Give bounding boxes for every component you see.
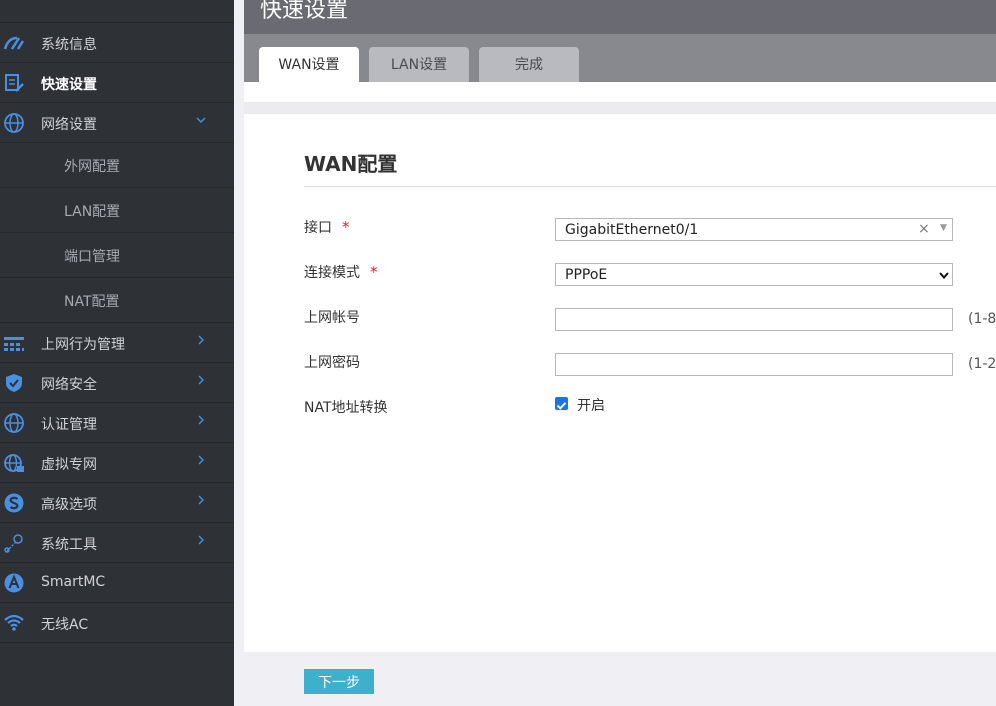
required-mark: *	[370, 263, 378, 281]
shield-icon	[3, 372, 25, 394]
clear-icon[interactable]: ×	[918, 221, 930, 237]
sidebar-item-label: 系统信息	[41, 37, 97, 53]
sidebar-item-label: 认证管理	[41, 417, 97, 433]
chevron-down-icon	[938, 269, 950, 281]
page-title: 快速设置	[260, 0, 349, 23]
interface-label-text: 接口	[304, 220, 332, 236]
next-step-button[interactable]: 下一步	[304, 669, 374, 694]
required-mark: *	[342, 218, 350, 236]
nat-enable-checkbox[interactable]	[555, 397, 568, 410]
connection-mode-select[interactable]: PPPoE	[555, 263, 953, 286]
tab-content-strip	[244, 82, 996, 102]
sidebar-item-auth-management[interactable]: 认证管理	[0, 403, 234, 443]
sidebar-item-label: 网络安全	[41, 377, 97, 393]
connection-mode-value: PPPoE	[565, 267, 608, 283]
wan-config-panel: WAN配置 接口 * GigabitEthernet0/1 × ▼ 连接模式 * P…	[244, 114, 996, 652]
sidebar-item-system-info[interactable]: 系统信息	[0, 23, 234, 63]
divider	[244, 102, 996, 114]
sidebar-subitem-label: 端口管理	[64, 249, 120, 265]
chevron-right-icon	[195, 373, 207, 387]
sidebar-subitem-label: NAT配置	[64, 294, 120, 310]
account-length-hint: (1-8	[968, 311, 996, 327]
speedometer-icon	[3, 32, 25, 54]
sidebar-subitem-lan-config[interactable]: LAN配置	[0, 188, 234, 233]
edit-document-icon	[3, 72, 25, 94]
sidebar-item-label: 上网行为管理	[41, 337, 125, 353]
connection-mode-label-text: 连接模式	[304, 265, 360, 281]
chevron-right-icon	[195, 333, 207, 347]
sidebar-subitem-wan-config[interactable]: 外网配置	[0, 143, 234, 188]
interface-select-value: GigabitEthernet0/1	[565, 222, 699, 238]
sidebar: 系统信息 快速设置 网络设置 外网配置 LAN配置 端口管理 NAT配置 上网行…	[0, 0, 234, 706]
chevron-right-icon	[195, 533, 207, 547]
sidebar-item-network-settings[interactable]: 网络设置	[0, 103, 234, 143]
sidebar-item-system-tools[interactable]: 系统工具	[0, 523, 234, 563]
network-grid-icon	[3, 332, 25, 354]
tab-bar: WAN设置 LAN设置 完成	[244, 34, 996, 82]
connection-mode-label: 连接模式 *	[304, 262, 378, 282]
sidebar-item-smartmc[interactable]: SmartMC	[0, 563, 234, 603]
tab-lan-settings[interactable]: LAN设置	[369, 47, 469, 82]
sidebar-subitem-port-management[interactable]: 端口管理	[0, 233, 234, 278]
globe-lock-icon	[3, 452, 25, 474]
sidebar-subitem-label: LAN配置	[64, 204, 121, 220]
section-title: WAN配置	[304, 152, 398, 176]
smartmc-icon	[3, 572, 25, 594]
sidebar-item-label: 快速设置	[41, 77, 97, 93]
nat-enable-label: 开启	[577, 398, 605, 414]
footer-bar: 下一步	[244, 652, 996, 706]
tab-finish[interactable]: 完成	[479, 47, 579, 82]
sidebar-subitem-label: 外网配置	[64, 159, 120, 175]
tab-wan-settings[interactable]: WAN设置	[259, 47, 359, 82]
nat-label: NAT地址转换	[304, 400, 388, 416]
password-label: 上网密码	[304, 355, 360, 371]
chevron-right-icon	[195, 413, 207, 427]
sidebar-item-label: 无线AC	[41, 617, 89, 633]
wifi-icon	[3, 612, 25, 634]
sidebar-item-label: 网络设置	[41, 117, 97, 133]
chevron-right-icon	[195, 493, 207, 507]
section-divider	[304, 186, 996, 187]
sidebar-item-quick-setup[interactable]: 快速设置	[0, 63, 234, 103]
sidebar-item-network-security[interactable]: 网络安全	[0, 363, 234, 403]
sidebar-item-wireless-ac[interactable]: 无线AC	[0, 603, 234, 643]
chevron-down-icon	[195, 113, 207, 127]
globe-icon	[3, 112, 25, 134]
sidebar-subitem-nat-config[interactable]: NAT配置	[0, 278, 234, 323]
check-icon	[556, 402, 567, 410]
wrench-icon	[3, 532, 25, 554]
sidebar-item-label: 虚拟专网	[41, 457, 97, 473]
sidebar-top-edge	[0, 0, 234, 23]
password-input[interactable]	[555, 353, 953, 376]
account-label: 上网帐号	[304, 310, 360, 326]
caret-down-icon: ▼	[940, 223, 947, 233]
sidebar-item-label: SmartMC	[41, 574, 106, 590]
chevron-right-icon	[195, 453, 207, 467]
sidebar-item-vpn[interactable]: 虚拟专网	[0, 443, 234, 483]
sidebar-item-label: 系统工具	[41, 537, 97, 553]
advanced-s-icon	[3, 492, 25, 514]
account-input[interactable]	[555, 308, 953, 331]
interface-label: 接口 *	[304, 217, 350, 237]
page-header: 快速设置	[244, 0, 996, 34]
password-length-hint: (1-2	[968, 356, 996, 372]
interface-select[interactable]: GigabitEthernet0/1 × ▼	[555, 218, 953, 241]
sidebar-item-behavior-management[interactable]: 上网行为管理	[0, 323, 234, 363]
globe-icon	[3, 412, 25, 434]
sidebar-item-label: 高级选项	[41, 497, 97, 513]
sidebar-item-advanced-options[interactable]: 高级选项	[0, 483, 234, 523]
